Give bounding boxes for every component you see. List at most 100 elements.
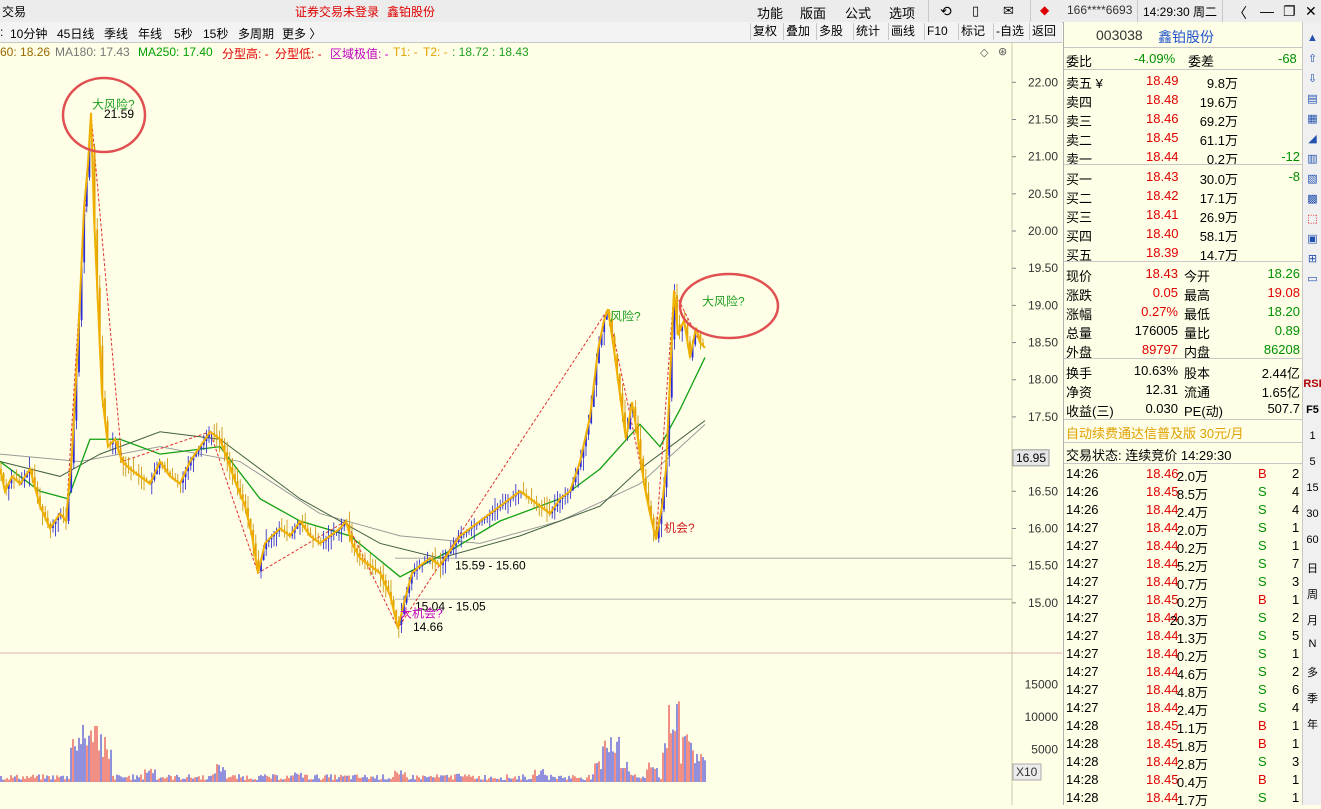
tick-direction: S — [1258, 700, 1267, 715]
stock-code[interactable]: 003038 — [1096, 27, 1143, 43]
menu-layout[interactable]: 版面 — [800, 3, 826, 22]
ask-change: -12 — [1281, 149, 1300, 164]
tick-direction: S — [1258, 628, 1267, 643]
mark-button[interactable]: 标记 — [958, 23, 987, 40]
side-tool-icon[interactable]: ▦ — [1303, 112, 1321, 125]
side-tool-icon[interactable]: ⬚ — [1303, 212, 1321, 225]
restore-icon[interactable]: ❐ — [1283, 3, 1296, 20]
side-period-13[interactable]: 季 — [1303, 690, 1321, 706]
period-multi[interactable]: 多周期 — [238, 25, 274, 42]
account-icon[interactable]: ◆ — [1040, 3, 1049, 17]
account-number[interactable]: 166****6693 — [1067, 3, 1132, 17]
kline-chart[interactable]: 大风险?21.59风险?大风险?机会?15.59 - 15.6015.04 - … — [0, 42, 1062, 805]
tick-direction: S — [1258, 502, 1267, 517]
stat-value: 0.89 — [1274, 323, 1300, 338]
period-45day[interactable]: 45日线 — [57, 25, 94, 42]
side-tool-icon[interactable]: ▭ — [1303, 272, 1321, 285]
period-10min[interactable]: 10分钟 — [10, 25, 47, 42]
phone-icon[interactable]: ▯ — [972, 3, 979, 19]
ad-text[interactable]: 自动续费通达信普及版 30元/月 — [1066, 423, 1244, 442]
return-button[interactable]: 返回 — [1029, 23, 1058, 40]
tick-time: 14:27 — [1066, 556, 1099, 571]
side-period-7[interactable]: 60 — [1303, 534, 1321, 546]
tick-direction: S — [1258, 790, 1267, 805]
bid-price: 18.40 — [1146, 226, 1179, 241]
side-tool-icon[interactable]: ⇩ — [1303, 72, 1321, 85]
trade-status: 交易状态: 连续竞价 14:29:30 — [1064, 444, 1302, 463]
side-period-10[interactable]: 月 — [1303, 612, 1321, 628]
ask-row: 卖三 18.46 69.2万 — [1064, 110, 1302, 129]
side-tool-icon[interactable]: ▩ — [1303, 192, 1321, 205]
webi-value: -4.09% — [1134, 51, 1176, 66]
mail-icon[interactable]: ✉ — [1003, 3, 1014, 19]
side-period-5[interactable]: 15 — [1303, 482, 1321, 494]
side-period-14[interactable]: 年 — [1303, 716, 1321, 732]
ask-label: 卖四 — [1066, 95, 1093, 110]
tick-count: 5 — [1292, 628, 1300, 643]
ad-banner[interactable]: 自动续费通达信普及版 30元/月 — [1064, 422, 1302, 442]
chart-annotation: 15.59 - 15.60 — [455, 558, 526, 572]
adjust-button[interactable]: 复权 — [750, 23, 779, 40]
stock-name[interactable]: 鑫铂股份 — [1158, 27, 1214, 47]
tick-time: 14:28 — [1066, 772, 1099, 787]
side-period-4[interactable]: 5 — [1303, 456, 1321, 468]
ask-volume: 61.1万 — [1199, 133, 1238, 148]
tick-row: 14:27 18.44 5.2万 S 7 — [1064, 555, 1302, 574]
side-period-8[interactable]: 日 — [1303, 560, 1321, 576]
draw-line-button[interactable]: 画线 — [888, 23, 917, 40]
side-period-3[interactable]: 1 — [1303, 430, 1321, 442]
period-15sec[interactable]: 15秒 — [203, 25, 228, 42]
menu-function[interactable]: 功能 — [757, 3, 783, 22]
period-quarter[interactable]: 季线 — [104, 25, 128, 42]
stats-button[interactable]: 统计 — [853, 23, 882, 40]
side-period-9[interactable]: 周 — [1303, 586, 1321, 602]
side-period-11[interactable]: N — [1303, 638, 1321, 650]
login-status[interactable]: 证券交易未登录 — [295, 3, 379, 20]
tick-count: 3 — [1292, 754, 1300, 769]
bid-row: 买五 18.39 14.7万 — [1064, 244, 1302, 263]
period-year[interactable]: 年线 — [138, 25, 162, 42]
side-period-6[interactable]: 30 — [1303, 508, 1321, 520]
stat-label: 量比 — [1184, 326, 1211, 341]
menu-options[interactable]: 选项 — [889, 3, 915, 22]
stat-row: 换手 10.63% 股本 2.44亿 — [1064, 362, 1302, 381]
side-tool-icon[interactable]: ▣ — [1303, 232, 1321, 245]
overlay-button[interactable]: 叠加 — [783, 23, 812, 40]
ask-row: 卖二 18.45 61.1万 — [1064, 129, 1302, 148]
side-tool-icon[interactable]: ◢ — [1303, 132, 1321, 145]
tick-direction: B — [1258, 718, 1267, 733]
close-icon[interactable]: ✕ — [1305, 3, 1317, 20]
menu-formula[interactable]: 公式 — [845, 3, 871, 22]
f10-button[interactable]: F10 — [924, 23, 950, 40]
side-tool-icon[interactable]: ⊞ — [1303, 252, 1321, 265]
side-tool-icon[interactable]: ▤ — [1303, 92, 1321, 105]
tick-row: 14:27 18.44 4.6万 S 2 — [1064, 663, 1302, 682]
side-period-1[interactable]: RSI — [1303, 378, 1321, 390]
stat-value: 176005 — [1134, 323, 1178, 338]
stat-row: 总量 176005 量比 0.89 — [1064, 322, 1302, 341]
price-tick-label: 21.00 — [1028, 150, 1058, 164]
tick-direction: B — [1258, 772, 1267, 787]
multi-stock-button[interactable]: 多股 — [816, 23, 845, 40]
side-tool-icon[interactable]: ▲ — [1303, 32, 1321, 44]
minimize-icon[interactable]: — — [1260, 3, 1274, 19]
side-tool-icon[interactable]: ⇧ — [1303, 52, 1321, 65]
stat-row: 涨幅 0.27% 最低 18.20 — [1064, 303, 1302, 322]
trade-label[interactable]: 交易 — [2, 3, 26, 20]
side-tool-icon[interactable]: ▥ — [1303, 152, 1321, 165]
bid-price: 18.41 — [1146, 207, 1179, 222]
bid-row: 买一 18.43 30.0万 -8 — [1064, 168, 1302, 187]
remove-watchlist-button[interactable]: -自选 — [993, 23, 1026, 40]
period-5sec[interactable]: 5秒 — [174, 25, 193, 42]
tick-row: 14:27 18.44 2.0万 S 1 — [1064, 519, 1302, 538]
ask-price: 18.44 — [1146, 149, 1179, 164]
period-more[interactable]: 更多 〉 — [282, 25, 321, 42]
tick-direction: S — [1258, 538, 1267, 553]
tick-row: 14:27 18.44 0.2万 S 1 — [1064, 537, 1302, 556]
side-tool-icon[interactable]: ▧ — [1303, 172, 1321, 185]
back-icon[interactable]: 〈 — [1233, 3, 1247, 23]
side-period-2[interactable]: F5 — [1303, 404, 1321, 416]
tick-volume: 1.7万 — [1176, 793, 1208, 808]
side-period-12[interactable]: 多 — [1303, 664, 1321, 680]
refresh-icon[interactable]: ⟲ — [940, 3, 952, 20]
